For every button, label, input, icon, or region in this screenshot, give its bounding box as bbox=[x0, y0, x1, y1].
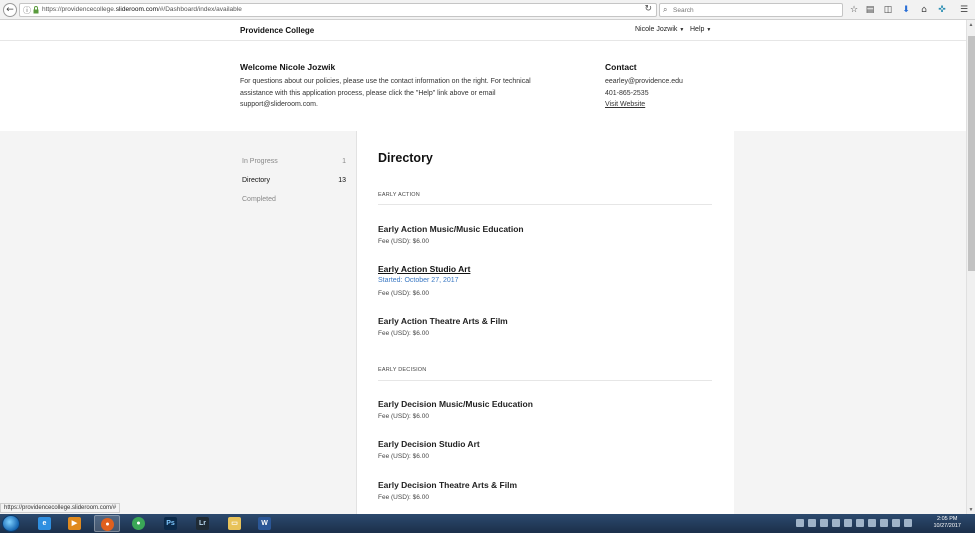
program-fee: Fee (USD): $6.00 bbox=[378, 238, 429, 245]
download-icon[interactable]: ⬇ bbox=[900, 4, 912, 16]
volume-icon[interactable] bbox=[904, 518, 912, 527]
program-title[interactable]: Early Action Theatre Arts & Film bbox=[378, 316, 508, 326]
lock-icon bbox=[33, 6, 39, 14]
start-button[interactable] bbox=[2, 515, 20, 532]
tray-icon[interactable] bbox=[796, 518, 804, 527]
scroll-up-icon[interactable]: ▲ bbox=[967, 21, 975, 29]
back-button[interactable]: ← bbox=[3, 3, 17, 17]
sidebar: In Progress 1 Directory 13 Completed bbox=[232, 131, 356, 515]
windows-taskbar: e ▶ ● ● Ps Lr ▭ W 2:05 PM 10/27/2017 bbox=[0, 514, 975, 533]
sidebar-item-label: Directory bbox=[242, 177, 271, 184]
welcome-text: For questions about our policies, please… bbox=[240, 78, 531, 108]
clock-date: 10/27/2017 bbox=[933, 523, 961, 529]
program-fee: Fee (USD): $6.00 bbox=[378, 494, 429, 501]
program-title[interactable]: Early Action Music/Music Education bbox=[378, 224, 524, 234]
system-tray bbox=[796, 518, 916, 529]
brand-name[interactable]: Providence College bbox=[240, 26, 314, 35]
program-fee: Fee (USD): $6.00 bbox=[378, 330, 429, 337]
address-bar[interactable]: ⓘ https://providencecollege.slideroom.co… bbox=[19, 3, 657, 17]
chrome-icon[interactable]: ● bbox=[126, 515, 152, 532]
url-text: https://providencecollege.slideroom.com/… bbox=[42, 6, 242, 13]
clock-time: 2:05 PM bbox=[936, 516, 958, 522]
program-title[interactable]: Early Action Studio Art bbox=[378, 264, 470, 274]
section-divider bbox=[378, 380, 712, 381]
sidebar-item-label: In Progress bbox=[242, 158, 278, 165]
program-started-status[interactable]: Started: October 27, 2017 bbox=[378, 277, 459, 284]
welcome-title: Welcome Nicole Jozwik bbox=[240, 62, 336, 72]
program-title[interactable]: Early Decision Studio Art bbox=[378, 439, 480, 449]
scroll-down-icon[interactable]: ▼ bbox=[967, 506, 975, 514]
user-menu[interactable]: Nicole Jozwik ▼ bbox=[635, 26, 684, 33]
search-icon: ⌕ bbox=[663, 5, 668, 14]
sidebar-item-completed[interactable]: Completed bbox=[242, 196, 346, 203]
browser-search-input[interactable] bbox=[673, 5, 833, 15]
photoshop-icon[interactable]: Ps bbox=[158, 515, 184, 532]
directory-panel: Directory EARLY ACTION Early Action Musi… bbox=[356, 131, 734, 515]
caret-down-icon: ▼ bbox=[679, 27, 685, 33]
bookmark-star-icon[interactable]: ☆ bbox=[848, 4, 860, 16]
extension-icon[interactable]: ✜ bbox=[936, 4, 948, 16]
pocket-icon[interactable]: ◫ bbox=[882, 4, 894, 16]
browser-search-box[interactable]: ⌕ bbox=[659, 3, 843, 17]
tray-icon[interactable] bbox=[808, 518, 816, 527]
section-label-early-decision: EARLY DECISION bbox=[378, 367, 427, 373]
directory-title: Directory bbox=[378, 151, 433, 165]
home-icon[interactable]: ⌂ bbox=[918, 4, 930, 16]
welcome-section: Welcome Nicole Jozwik For questions abou… bbox=[240, 62, 560, 111]
lightroom-icon[interactable]: Lr bbox=[190, 515, 216, 532]
contact-title: Contact bbox=[605, 62, 637, 72]
sidebar-item-count: 13 bbox=[338, 177, 346, 184]
program-fee: Fee (USD): $6.00 bbox=[378, 290, 429, 297]
firefox-icon[interactable]: ● bbox=[94, 515, 120, 532]
link-preview-status: https://providencecollege.slideroom.com/… bbox=[0, 503, 121, 513]
page-scrollbar[interactable]: ▲ ▼ bbox=[966, 20, 975, 515]
sidebar-item-count: 1 bbox=[342, 158, 346, 165]
reading-list-icon[interactable]: ▤ bbox=[864, 4, 876, 16]
sidebar-item-directory[interactable]: Directory 13 bbox=[242, 177, 346, 184]
site-header: Providence College Nicole Jozwik ▼ Help ▼ bbox=[0, 20, 966, 41]
program-title[interactable]: Early Decision Music/Music Education bbox=[378, 399, 533, 409]
browser-toolbar: ← ⓘ https://providencecollege.slideroom.… bbox=[0, 0, 975, 20]
tray-icon[interactable] bbox=[820, 518, 828, 527]
sidebar-item-label: Completed bbox=[242, 196, 276, 203]
contact-phone: 401-865-2535 bbox=[605, 89, 649, 97]
tray-icon[interactable] bbox=[856, 518, 864, 527]
contact-email: eearley@providence.edu bbox=[605, 78, 683, 85]
tray-icon[interactable] bbox=[832, 518, 840, 527]
visit-website-link[interactable]: Visit Website bbox=[605, 101, 645, 108]
scroll-thumb[interactable] bbox=[968, 36, 975, 271]
caret-down-icon: ▼ bbox=[706, 27, 712, 33]
contact-section: Contact eearley@providence.edu 401-865-2… bbox=[605, 62, 683, 111]
program-fee: Fee (USD): $6.00 bbox=[378, 413, 429, 420]
sidebar-item-in-progress[interactable]: In Progress 1 bbox=[242, 158, 346, 165]
info-icon[interactable]: ⓘ bbox=[23, 5, 31, 16]
file-explorer-icon[interactable]: ▭ bbox=[222, 515, 248, 532]
tray-icon[interactable] bbox=[880, 518, 888, 527]
tray-icon[interactable] bbox=[844, 518, 852, 527]
program-fee: Fee (USD): $6.00 bbox=[378, 453, 429, 460]
section-label-early-action: EARLY ACTION bbox=[378, 192, 420, 198]
media-player-icon[interactable]: ▶ bbox=[62, 515, 88, 532]
tray-icon[interactable] bbox=[892, 518, 900, 527]
tray-icon[interactable] bbox=[868, 518, 876, 527]
reload-icon[interactable]: ↻ bbox=[644, 4, 652, 14]
help-menu[interactable]: Help ▼ bbox=[690, 26, 711, 33]
menu-icon[interactable]: ☰ bbox=[958, 4, 970, 16]
system-clock[interactable]: 2:05 PM 10/27/2017 bbox=[933, 516, 961, 530]
program-title[interactable]: Early Decision Theatre Arts & Film bbox=[378, 480, 517, 490]
word-icon[interactable]: W bbox=[252, 515, 278, 532]
section-divider bbox=[378, 204, 712, 205]
internet-explorer-icon[interactable]: e bbox=[32, 515, 58, 532]
